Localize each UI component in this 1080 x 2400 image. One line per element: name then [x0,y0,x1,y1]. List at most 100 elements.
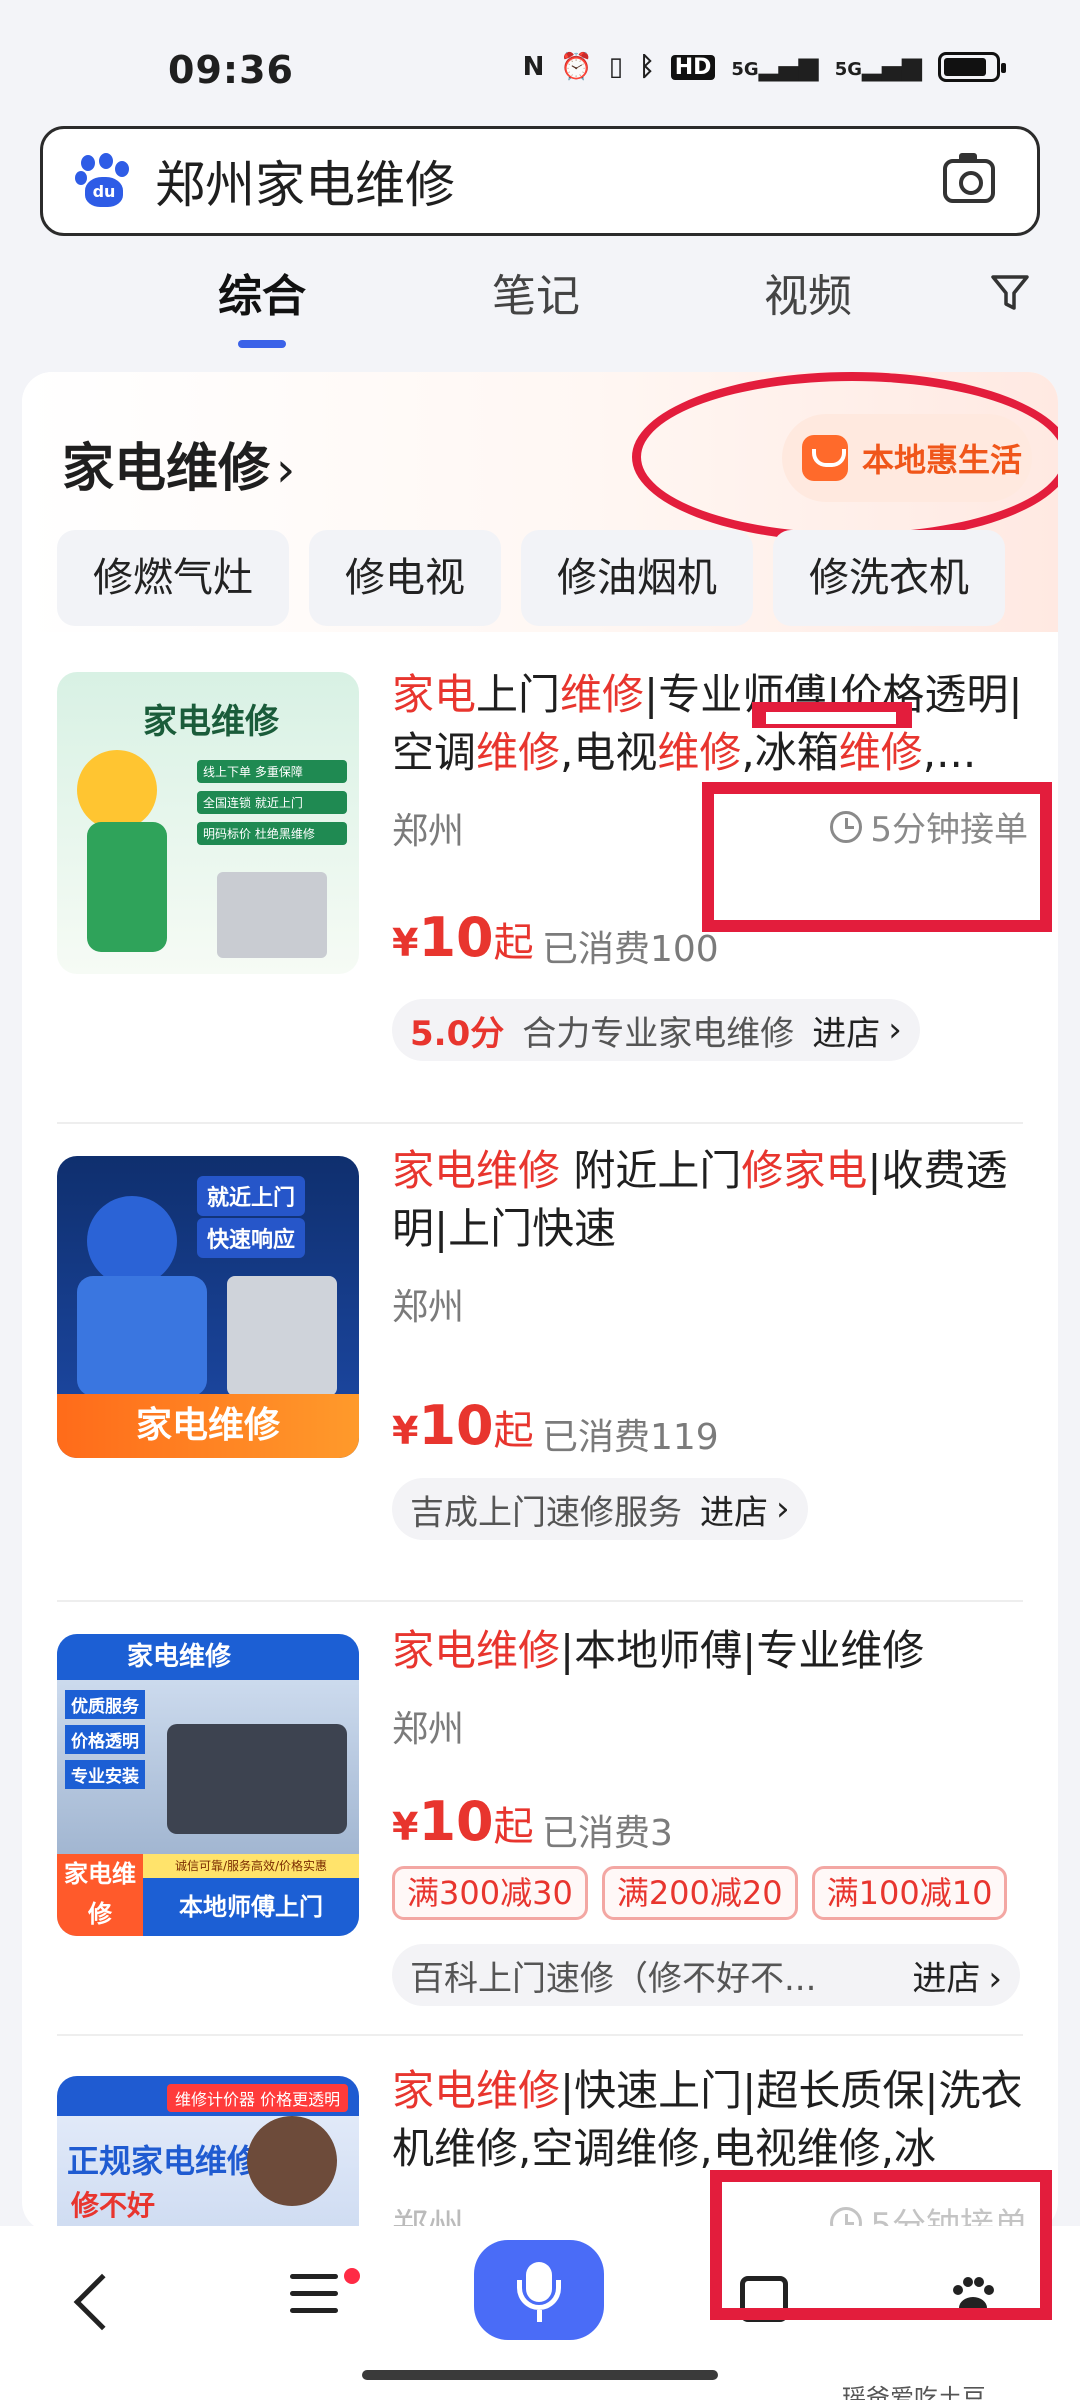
search-bar[interactable]: du 郑州家电维修 [40,126,1040,236]
tab-comprehensive[interactable]: 综合 [218,260,306,324]
store-link[interactable]: 5.0分 合力专业家电维修 进店 › [392,999,920,1061]
thumb-side-label: 家电维修 [57,1854,143,1936]
listing-title[interactable]: 家电维修 附近上门修家电|收费透明|上门快速 [392,1142,1032,1258]
clock-icon [830,810,863,843]
worker-helmet-icon [87,1196,177,1286]
coupon-badge[interactable]: 满200减20 [601,1866,798,1920]
thumb-tag: 全国连锁 就近上门 [197,791,347,814]
thumb-tag: 优质服务 [65,1690,145,1719]
5g-signal-icon: 5G▂▄▆ [834,52,922,82]
listing-price: ¥10起 [392,1394,534,1457]
listing-thumbnail[interactable]: 家电维修 线上下单 多重保障 全国连锁 就近上门 明码标价 杜绝黑维修 [57,672,359,974]
baidu-logo-icon[interactable]: du [75,153,131,209]
chevron-right-icon: › [988,1958,1002,1999]
chip-tv[interactable]: 修电视 [309,530,501,626]
thumb-top-label: 维修计价器 价格更透明 [167,2084,349,2112]
tabs-icon[interactable] [740,2276,788,2322]
listing-title[interactable]: 家电上门维修|专业师傅|价格透明|空调维修,电视维修,冰箱维修,... [392,666,1032,782]
chevron-right-icon: › [888,1010,902,1050]
listing-item[interactable]: 家电维修 线上下单 多重保障 全国连锁 就近上门 明码标价 杜绝黑维修 家电上门… [22,662,1058,1102]
thumb-small-label: 诚信可靠/服务高效/价格实惠 [143,1854,359,1878]
thumb-tag: 线上下单 多重保障 [197,760,347,783]
back-icon[interactable] [73,2273,131,2331]
chip-range-hood[interactable]: 修油烟机 [521,530,753,626]
chip-gas-stove[interactable]: 修燃气灶 [57,530,289,626]
category-title-label: 家电维修 [62,439,271,499]
coupon-badge[interactable]: 满300减30 [392,1866,588,1920]
thumb-footer: 本地师傅上门 [143,1878,359,1936]
thumb-tag: 专业安装 [65,1760,145,1789]
menu-icon[interactable] [290,2274,338,2325]
voice-search-button[interactable] [474,2240,604,2340]
appliance-image [167,1724,347,1834]
enter-store-label: 进店 [812,1013,881,1054]
category-title[interactable]: 家电维修 › [62,426,295,501]
chip-washer[interactable]: 修洗衣机 [773,530,1005,626]
service-card: 家电维修 › 本地惠生活 修燃气灶 修电视 修油烟机 修洗衣机 家电维修 线上下单 多重… [22,372,1058,2232]
listing-location: 郑州 [392,1709,465,1750]
listing-price: ¥10起 [392,1790,534,1853]
alarm-icon: ⏰ [560,52,593,82]
category-chips: 修燃气灶 修电视 修油烟机 修洗衣机 [57,530,1057,630]
coupon-badge[interactable]: 满100减10 [811,1866,1008,1920]
status-bar: 09:36 N ⏰ ▯ ᛒ HD 5G▂▄▆ 5G▂▄▆ [0,0,1080,130]
listing-location: 郑州 [392,1287,465,1328]
thumb-tag-list: 优质服务 价格透明 专业安装 [65,1690,145,1789]
listing-location: 郑州 [392,811,465,852]
store-link[interactable]: 吉成上门速修服务 进店 › [392,1478,808,1540]
listing-eta: 5分钟接单 [830,802,1028,851]
5g-signal-icon: 5G▂▄▆ [731,52,819,82]
chevron-right-icon: › [276,442,296,498]
store-score: 5.0分 [410,1013,505,1054]
bluetooth-icon: ᛒ [639,52,655,82]
store-link[interactable]: 百科上门速修（修不好不... 进店 › [392,1944,1020,2006]
local-life-button[interactable]: 本地惠生活 [782,414,1032,502]
divider [57,1122,1023,1124]
status-icons: N ⏰ ▯ ᛒ HD 5G▂▄▆ 5G▂▄▆ [522,52,1006,82]
listing-thumbnail[interactable]: 维修计价器 价格更透明 正规家电维修 修不好 [57,2076,359,2232]
person-photo [247,2116,337,2206]
listing-title[interactable]: 家电维修|快速上门|超长质保|洗衣机维修,空调维修,电视维修,冰 [392,2062,1032,2178]
tab-notes[interactable]: 笔记 [492,260,580,324]
battery-icon [938,52,1006,82]
thumb-title: 家电维修 [57,1634,359,1680]
eta-label: 5分钟接单 [870,810,1028,850]
listing-sold-count: 已消费100 [542,929,719,970]
filter-icon[interactable] [990,274,1030,312]
home-indicator [362,2370,718,2380]
listing-item[interactable]: 维修计价器 价格更透明 正规家电维修 修不好 家电维修|快速上门|超长质保|洗衣… [22,2062,1058,2232]
listing-item[interactable]: 就近上门 快速响应 家电维修 家电维修 附近上门修家电|收费透明|上门快速 郑州… [22,1142,1058,1602]
active-tab-indicator [238,340,286,348]
listing-sold-count: 已消费3 [542,1813,673,1854]
result-tabs: 综合 笔记 视频 [0,260,1080,350]
listing-title[interactable]: 家电维修|本地师傅|专业维修 [392,1622,1032,1680]
redaction-mask [766,712,896,724]
listing-sold-count: 已消费119 [542,1417,719,1458]
local-life-label: 本地惠生活 [862,441,1023,479]
appliance-image [227,1276,337,1396]
thumb-tag: 价格透明 [65,1725,145,1754]
thumb-subtitle: 修不好 [71,2189,156,2222]
thumb-tag: 快速响应 [197,1218,306,1258]
watermark-text: 瑶爸爱吃土豆 [842,2384,986,2400]
store-name: 合力专业家电维修 [522,1013,795,1054]
thumb-tag-list: 线上下单 多重保障 全国连锁 就近上门 明码标价 杜绝黑维修 [197,760,347,845]
local-life-icon [802,435,848,481]
thumb-title: 正规家电维修 [67,2142,260,2180]
worker-figure [87,822,167,952]
worker-helmet-icon [77,750,157,830]
search-input[interactable]: 郑州家电维修 [155,145,943,217]
nfc-icon: N [522,52,545,82]
thumb-tag: 明码标价 杜绝黑维修 [197,822,347,845]
notification-dot [344,2268,360,2284]
baidu-paw-icon[interactable] [948,2274,998,2324]
listing-item[interactable]: 家电维修 优质服务 价格透明 专业安装 家电维修 诚信可靠/服务高效/价格实惠 … [22,1622,1058,2052]
tab-videos[interactable]: 视频 [764,260,852,324]
thumb-tag: 就近上门 [197,1176,306,1216]
enter-store-label: 进店 [700,1492,768,1533]
store-name: 吉成上门速修服务 [410,1492,682,1533]
camera-icon[interactable] [943,153,995,203]
divider [57,2034,1023,2036]
listing-thumbnail[interactable]: 家电维修 优质服务 价格透明 专业安装 家电维修 诚信可靠/服务高效/价格实惠 … [57,1634,359,1936]
listing-thumbnail[interactable]: 就近上门 快速响应 家电维修 [57,1156,359,1458]
